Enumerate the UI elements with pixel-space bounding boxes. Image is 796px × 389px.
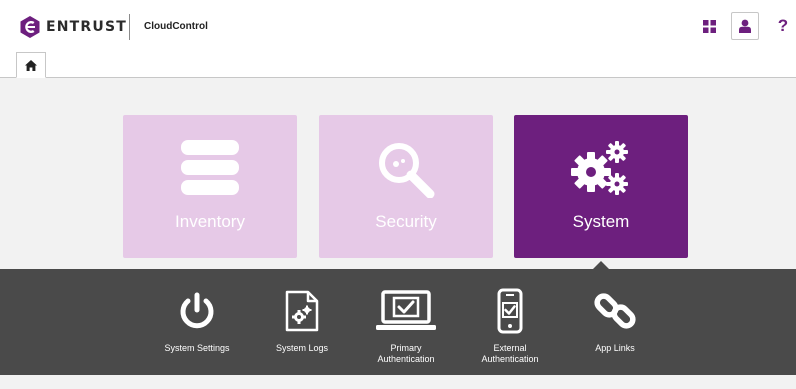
- user-icon: [739, 19, 751, 33]
- external-authentication-item[interactable]: External Authentication: [460, 269, 560, 375]
- link-icon: [594, 293, 636, 329]
- system-label: System: [572, 212, 630, 231]
- log-file-icon: [285, 290, 319, 332]
- header-divider: [129, 14, 130, 40]
- primary-authentication-label: Primary Authentication: [377, 343, 435, 364]
- app-links-item[interactable]: App Links: [565, 269, 665, 375]
- system-settings-item[interactable]: System Settings: [147, 269, 247, 375]
- grid-icon: [702, 19, 716, 33]
- system-logs-label: System Logs: [275, 343, 329, 353]
- tab-bar: [0, 52, 796, 78]
- system-card[interactable]: System: [514, 115, 688, 258]
- laptop-check-icon: [376, 290, 436, 330]
- system-logs-item[interactable]: System Logs: [252, 269, 352, 375]
- external-authentication-label: External Authentication: [481, 343, 539, 364]
- system-settings-label: System Settings: [164, 343, 230, 353]
- apps-button[interactable]: [695, 12, 723, 40]
- entrust-logo-icon: [20, 16, 40, 38]
- top-header: ENTRUST CloudControl ?: [0, 0, 796, 52]
- search-icon: [379, 143, 435, 198]
- brand-name: ENTRUST: [46, 19, 128, 35]
- user-menu-button[interactable]: [731, 12, 759, 40]
- main-content: Inventory Security System: [0, 78, 796, 270]
- system-submenu: System Settings System Logs Primary Auth…: [0, 269, 796, 375]
- security-card[interactable]: Security: [319, 115, 493, 258]
- power-icon: [180, 292, 214, 329]
- help-icon: ?: [777, 16, 789, 35]
- primary-authentication-item[interactable]: Primary Authentication: [356, 269, 456, 375]
- entrust-logo[interactable]: ENTRUST: [19, 16, 127, 38]
- help-button[interactable]: ?: [769, 12, 796, 40]
- inventory-card[interactable]: Inventory: [123, 115, 297, 258]
- inventory-label: Inventory: [175, 212, 245, 231]
- tab-home[interactable]: [16, 52, 46, 78]
- home-icon: [25, 59, 37, 71]
- footer-strip: [0, 375, 796, 389]
- phone-check-icon: [497, 288, 523, 334]
- gears-icon: [571, 141, 628, 195]
- database-icon: [181, 140, 239, 195]
- app-links-label: App Links: [595, 343, 635, 353]
- product-name: CloudControl: [144, 21, 208, 32]
- security-label: Security: [375, 212, 437, 231]
